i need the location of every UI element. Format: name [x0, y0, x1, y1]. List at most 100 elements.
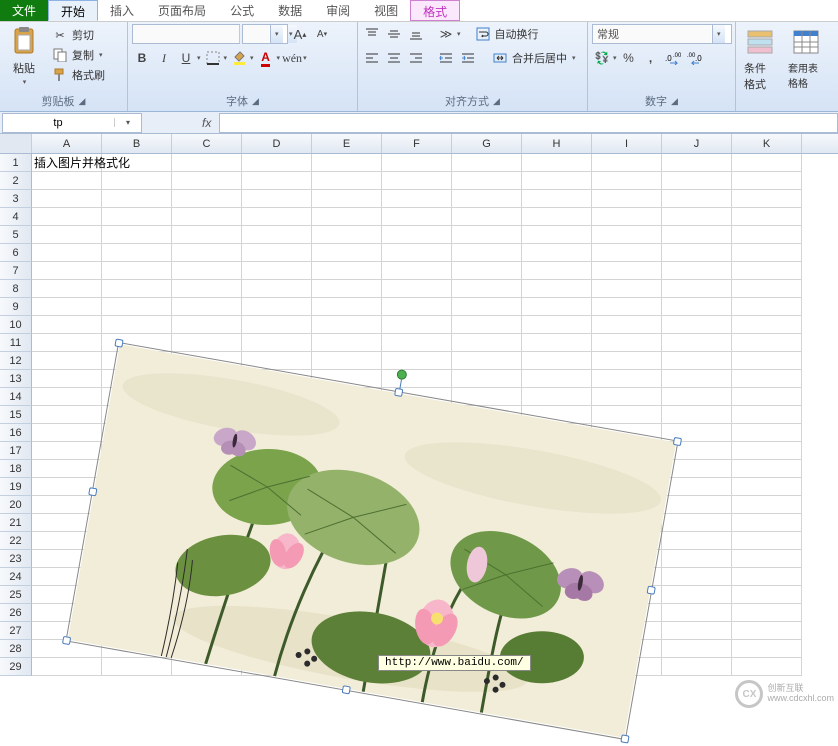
cell-C6[interactable] — [172, 244, 242, 262]
cell-K7[interactable] — [732, 262, 802, 280]
cell-B6[interactable] — [102, 244, 172, 262]
copy-button[interactable]: 复制 ▾ — [48, 46, 109, 64]
cell-I20[interactable] — [592, 496, 662, 514]
cell-J17[interactable] — [662, 442, 732, 460]
cell-I18[interactable] — [592, 460, 662, 478]
cell-A12[interactable] — [32, 352, 102, 370]
cell-I29[interactable] — [592, 658, 662, 676]
cell-G14[interactable] — [452, 388, 522, 406]
cell-G11[interactable] — [452, 334, 522, 352]
cell-B18[interactable] — [102, 460, 172, 478]
cell-E15[interactable] — [312, 406, 382, 424]
cell-F22[interactable] — [382, 532, 452, 550]
cell-A19[interactable] — [32, 478, 102, 496]
row-header-11[interactable]: 11 — [0, 334, 32, 352]
cell-C17[interactable] — [172, 442, 242, 460]
align-top-button[interactable] — [362, 24, 382, 44]
cell-D2[interactable] — [242, 172, 312, 190]
font-color-button[interactable]: A▾ — [256, 48, 281, 68]
cell-H20[interactable] — [522, 496, 592, 514]
merge-center-button[interactable]: 合并后居中▾ — [488, 49, 580, 67]
cell-F10[interactable] — [382, 316, 452, 334]
cell-C7[interactable] — [172, 262, 242, 280]
cell-F1[interactable] — [382, 154, 452, 172]
cell-K21[interactable] — [732, 514, 802, 532]
cell-D6[interactable] — [242, 244, 312, 262]
cell-A13[interactable] — [32, 370, 102, 388]
cell-H8[interactable] — [522, 280, 592, 298]
cell-C25[interactable] — [172, 586, 242, 604]
cell-C27[interactable] — [172, 622, 242, 640]
bold-button[interactable]: B — [132, 48, 152, 68]
cell-G26[interactable] — [452, 604, 522, 622]
cell-C22[interactable] — [172, 532, 242, 550]
cell-D21[interactable] — [242, 514, 312, 532]
cell-K5[interactable] — [732, 226, 802, 244]
cell-C28[interactable] — [172, 640, 242, 658]
align-left-button[interactable] — [362, 48, 382, 68]
cell-F13[interactable] — [382, 370, 452, 388]
cell-H12[interactable] — [522, 352, 592, 370]
row-header-12[interactable]: 12 — [0, 352, 32, 370]
cell-D18[interactable] — [242, 460, 312, 478]
col-header-G[interactable]: G — [452, 134, 522, 153]
cell-B22[interactable] — [102, 532, 172, 550]
cell-A25[interactable] — [32, 586, 102, 604]
col-header-B[interactable]: B — [102, 134, 172, 153]
cell-I8[interactable] — [592, 280, 662, 298]
orientation-button[interactable]: ≫▾ — [436, 24, 461, 44]
cell-D3[interactable] — [242, 190, 312, 208]
increase-indent-button[interactable] — [458, 48, 478, 68]
cell-I22[interactable] — [592, 532, 662, 550]
row-header-1[interactable]: 1 — [0, 154, 32, 172]
tab-review[interactable]: 审阅 — [314, 0, 362, 21]
cell-E3[interactable] — [312, 190, 382, 208]
cell-C21[interactable] — [172, 514, 242, 532]
cell-C20[interactable] — [172, 496, 242, 514]
row-header-15[interactable]: 15 — [0, 406, 32, 424]
cell-J9[interactable] — [662, 298, 732, 316]
cell-C19[interactable] — [172, 478, 242, 496]
cell-F23[interactable] — [382, 550, 452, 568]
row-header-18[interactable]: 18 — [0, 460, 32, 478]
cell-K3[interactable] — [732, 190, 802, 208]
cell-F4[interactable] — [382, 208, 452, 226]
cell-A17[interactable] — [32, 442, 102, 460]
cell-B21[interactable] — [102, 514, 172, 532]
cell-A27[interactable] — [32, 622, 102, 640]
tab-page-layout[interactable]: 页面布局 — [146, 0, 218, 21]
decrease-decimal-button[interactable]: .00.0 — [685, 48, 705, 68]
cell-J18[interactable] — [662, 460, 732, 478]
cell-E22[interactable] — [312, 532, 382, 550]
cell-E5[interactable] — [312, 226, 382, 244]
cell-I4[interactable] — [592, 208, 662, 226]
row-header-13[interactable]: 13 — [0, 370, 32, 388]
fx-button[interactable]: fx — [194, 116, 219, 130]
cell-D1[interactable] — [242, 154, 312, 172]
cell-D26[interactable] — [242, 604, 312, 622]
cell-H19[interactable] — [522, 478, 592, 496]
cell-E8[interactable] — [312, 280, 382, 298]
col-header-C[interactable]: C — [172, 134, 242, 153]
cell-K4[interactable] — [732, 208, 802, 226]
font-name-combo[interactable]: ▾ — [132, 24, 240, 44]
comma-button[interactable]: , — [641, 48, 661, 68]
cell-A16[interactable] — [32, 424, 102, 442]
cell-G22[interactable] — [452, 532, 522, 550]
cell-C1[interactable] — [172, 154, 242, 172]
cell-J20[interactable] — [662, 496, 732, 514]
cell-G15[interactable] — [452, 406, 522, 424]
increase-decimal-button[interactable]: .0.00 — [663, 48, 683, 68]
cell-K19[interactable] — [732, 478, 802, 496]
cell-F11[interactable] — [382, 334, 452, 352]
cell-A14[interactable] — [32, 388, 102, 406]
cell-E23[interactable] — [312, 550, 382, 568]
cell-F12[interactable] — [382, 352, 452, 370]
percent-button[interactable]: % — [619, 48, 639, 68]
cell-J24[interactable] — [662, 568, 732, 586]
cell-B16[interactable] — [102, 424, 172, 442]
col-header-K[interactable]: K — [732, 134, 802, 153]
cell-I15[interactable] — [592, 406, 662, 424]
cell-H4[interactable] — [522, 208, 592, 226]
col-header-H[interactable]: H — [522, 134, 592, 153]
